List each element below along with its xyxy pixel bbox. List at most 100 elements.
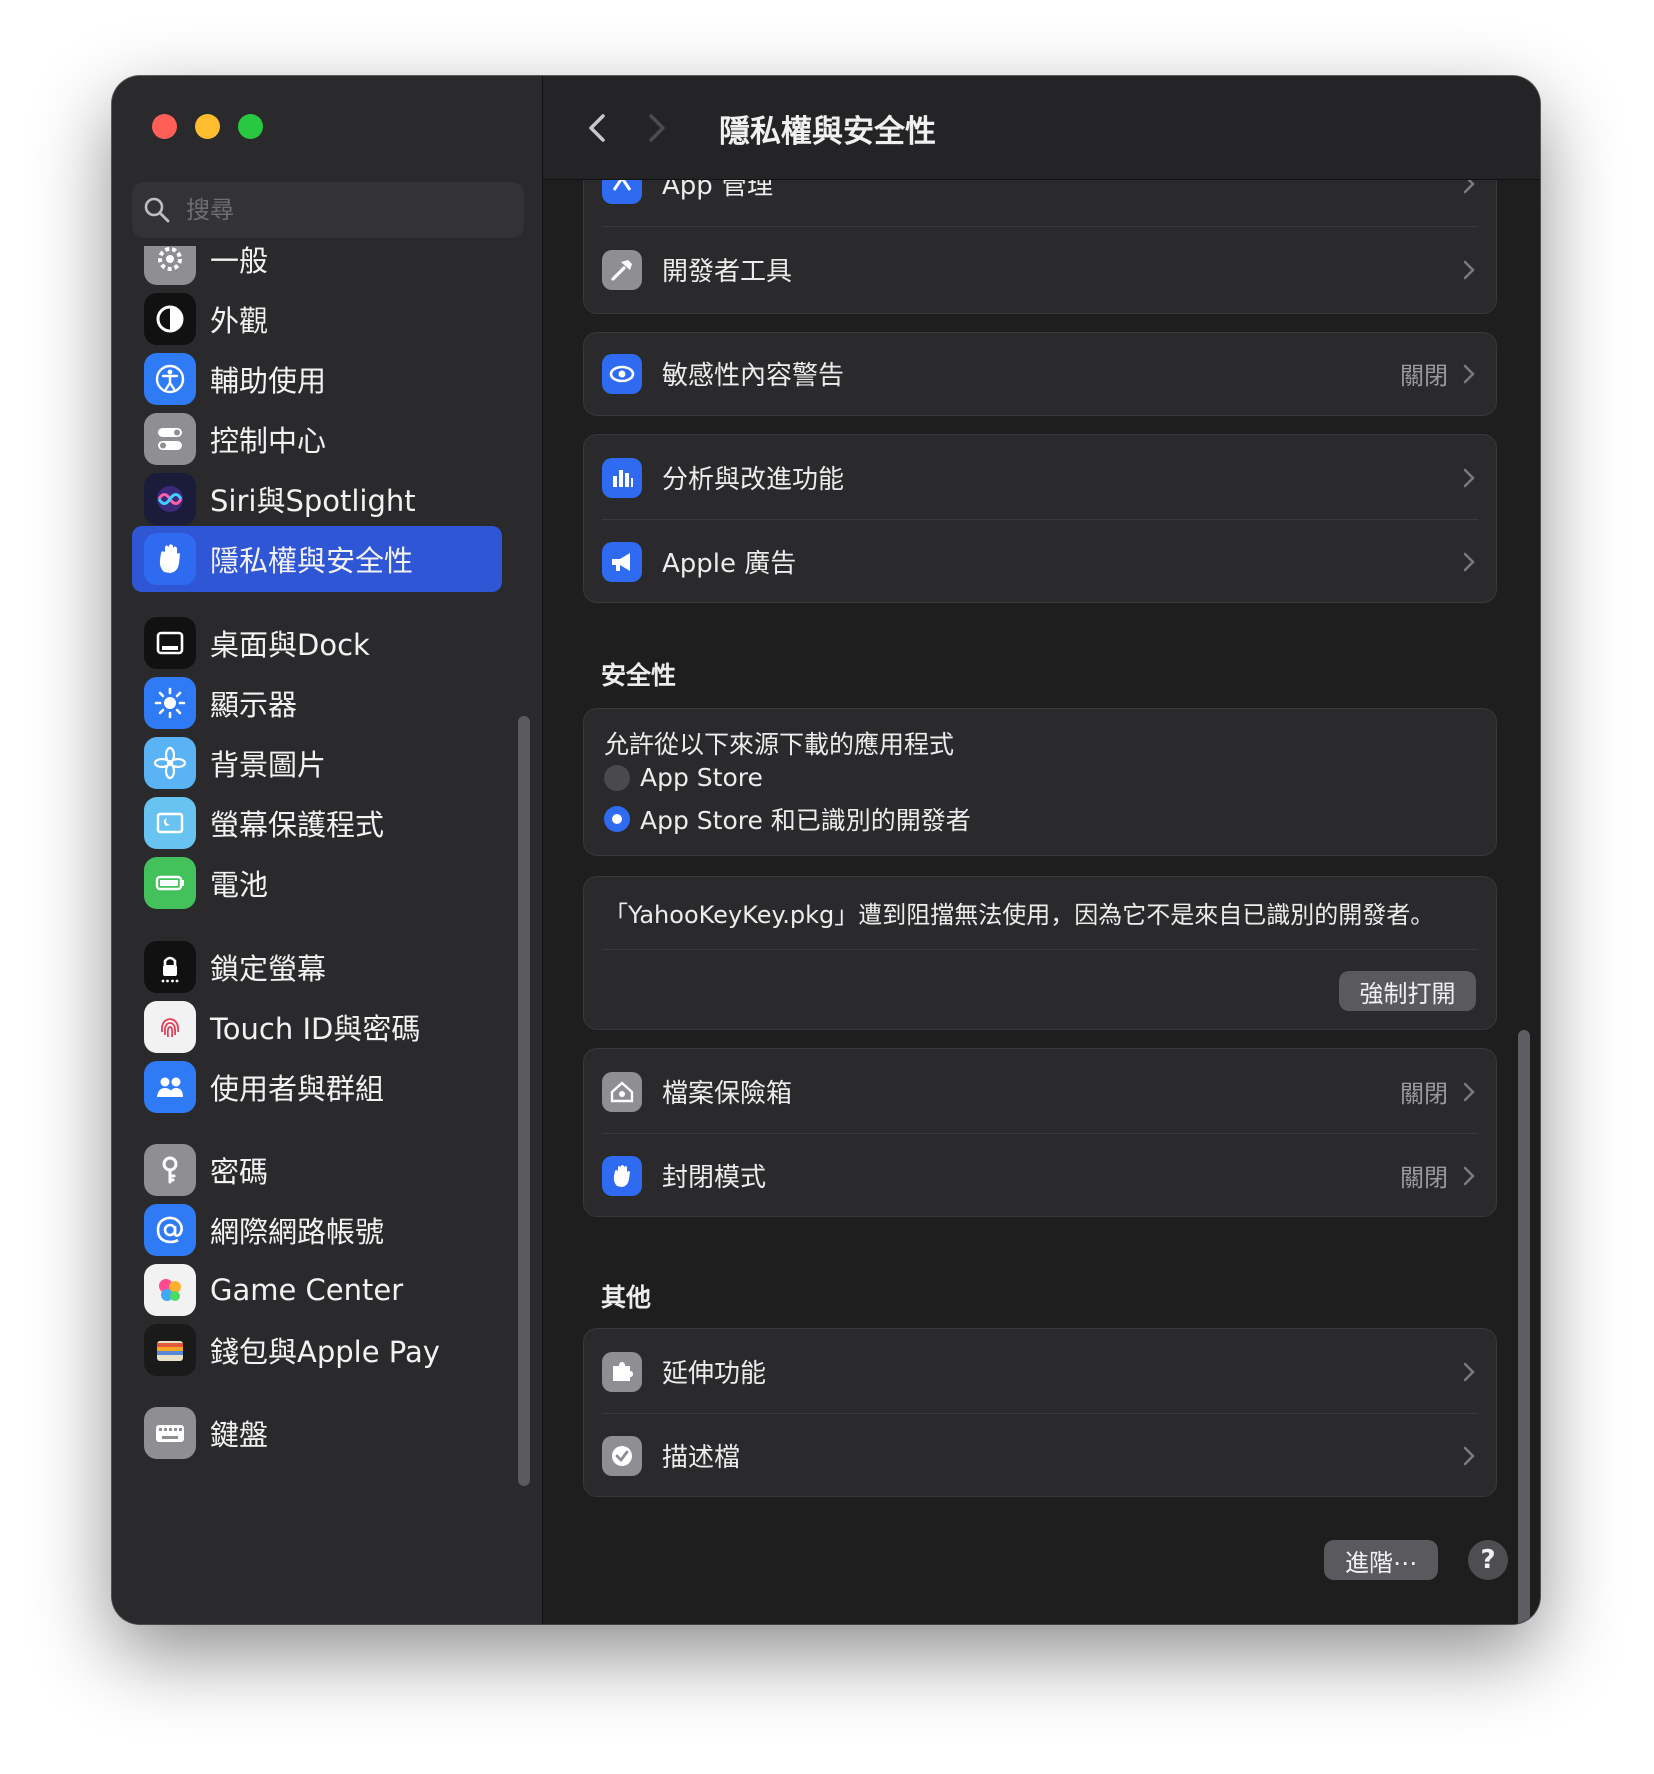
sidebar-item-label: 密碼: [210, 1155, 269, 1189]
puzzle-icon: [602, 1351, 642, 1392]
sidebar-item[interactable]: Game Center: [132, 1257, 502, 1323]
game-center-icon: [144, 1264, 196, 1316]
divider: [602, 949, 1478, 950]
sidebar-item[interactable]: 使用者與群組: [132, 1054, 502, 1120]
sidebar-item[interactable]: 背景圖片: [132, 730, 502, 796]
sidebar-item[interactable]: 鎖定螢幕: [132, 934, 502, 1000]
checkmark-seal-icon: [602, 1435, 642, 1476]
sidebar-item[interactable]: 螢幕保護程式: [132, 790, 502, 856]
sidebar-item[interactable]: 錢包與Apple Pay: [132, 1317, 502, 1383]
page-title: 隱私權與安全性: [719, 114, 936, 150]
sidebar-item[interactable]: 電池: [132, 850, 502, 916]
chevron-right-icon: [1463, 552, 1475, 571]
sidebar-item-label: 網際網路帳號: [210, 1215, 385, 1249]
row-label: 封閉模式: [662, 1163, 767, 1193]
sidebar-item-label: 螢幕保護程式: [210, 808, 385, 842]
main-panel: 隱私權與安全性 App 管理 開發者工具 敏感性內容警告 關閉 分析與改進功能 …: [543, 76, 1540, 1624]
card-blocked-app: 「YahooKeyKey.pkg」遭到阻擋無法使用，因為它不是來自已識別的開發者…: [583, 876, 1497, 1030]
row-developer-tools[interactable]: 開發者工具: [584, 227, 1496, 312]
row-label: 延伸功能: [662, 1359, 767, 1389]
sidebar-item[interactable]: Siri與Spotlight: [132, 466, 502, 532]
chevron-right-icon: [1463, 260, 1475, 279]
bar-chart-icon: [602, 457, 642, 498]
row-value: 關閉: [1400, 362, 1448, 390]
open-anyway-button[interactable]: 強制打開: [1339, 971, 1476, 1011]
eye-icon: [602, 353, 642, 394]
allow-apps-label: 允許從以下來源下載的應用程式: [604, 730, 955, 759]
radio-button[interactable]: [604, 764, 630, 791]
row-lockdown-mode[interactable]: 封閉模式 關閉: [584, 1133, 1496, 1218]
chevron-right-icon: [1463, 1082, 1475, 1101]
appearance-icon: [144, 293, 196, 345]
row-label: 分析與改進功能: [662, 465, 845, 495]
sidebar-item-label: 隱私權與安全性: [210, 544, 414, 578]
battery-icon: [144, 857, 196, 909]
card-sensitive-content: 敏感性內容警告 關閉: [583, 332, 1497, 416]
sidebar-item[interactable]: 控制中心: [132, 406, 502, 472]
sidebar-item-label: 鎖定螢幕: [210, 952, 327, 986]
row-profiles[interactable]: 描述檔: [584, 1413, 1496, 1498]
sidebar-item-label: Touch ID與密碼: [210, 1012, 421, 1046]
minimize-button[interactable]: [195, 114, 220, 139]
radio-app-store-identified[interactable]: App Store 和已識別的開發者: [604, 801, 971, 837]
search-field[interactable]: [132, 182, 524, 238]
wallet-icon: [144, 1324, 196, 1376]
sidebar-item-label: 背景圖片: [210, 748, 327, 782]
sidebar-item[interactable]: 密碼: [132, 1137, 502, 1203]
sidebar-item-label: 使用者與群組: [210, 1072, 385, 1106]
siri-icon: [144, 473, 196, 525]
row-sensitive-content[interactable]: 敏感性內容警告 關閉: [584, 331, 1496, 416]
section-title-other: 其他: [601, 1283, 652, 1312]
row-label: 檔案保險箱: [662, 1079, 793, 1109]
hammer-icon: [602, 249, 642, 290]
row-value: 關閉: [1400, 1080, 1448, 1108]
row-label: App 管理: [662, 180, 774, 201]
sidebar-item[interactable]: 輔助使用: [132, 346, 502, 412]
sidebar-item-label: 外觀: [210, 304, 269, 338]
row-analytics[interactable]: 分析與改進功能: [584, 435, 1496, 520]
zoom-button[interactable]: [238, 114, 263, 139]
hand-icon: [602, 1155, 642, 1196]
chevron-right-icon: [1463, 364, 1475, 383]
row-label: 開發者工具: [662, 257, 793, 287]
row-apple-ads[interactable]: Apple 廣告: [584, 519, 1496, 604]
sidebar-item[interactable]: 外觀: [132, 286, 502, 352]
users-icon: [144, 1061, 196, 1113]
window-controls: [152, 114, 263, 139]
advanced-button[interactable]: 進階⋯: [1324, 1540, 1438, 1580]
search-icon: [144, 197, 170, 223]
flower-icon: [144, 737, 196, 789]
sun-icon: [144, 677, 196, 729]
gear-icon: [144, 246, 196, 285]
sidebar-item[interactable]: 鍵盤: [132, 1400, 502, 1466]
chevron-right-icon: [1463, 468, 1475, 487]
sidebar-item-label: 桌面與Dock: [210, 628, 370, 662]
chevron-right-icon: [1463, 1362, 1475, 1381]
sidebar-item[interactable]: 隱私權與安全性: [132, 526, 502, 592]
sidebar-scrollbar[interactable]: [518, 716, 530, 1486]
row-extensions[interactable]: 延伸功能: [584, 1329, 1496, 1414]
radio-button[interactable]: [604, 806, 630, 832]
back-chevron-icon[interactable]: [583, 110, 613, 146]
chevron-right-icon: [1463, 1446, 1475, 1465]
sidebar-item-label: 一般: [210, 246, 269, 278]
sidebar-item[interactable]: 桌面與Dock: [132, 610, 502, 676]
card-security-source: 允許從以下來源下載的應用程式 App Store App Store 和已識別的…: [583, 708, 1497, 856]
search-input[interactable]: [184, 195, 488, 225]
sidebar-item-label: 鍵盤: [210, 1418, 269, 1452]
key-icon: [144, 1144, 196, 1196]
sidebar-item[interactable]: 網際網路帳號: [132, 1197, 502, 1263]
row-filevault[interactable]: 檔案保險箱 關閉: [584, 1049, 1496, 1134]
close-button[interactable]: [152, 114, 177, 139]
sidebar-item[interactable]: 顯示器: [132, 670, 502, 736]
card-analytics-ads: 分析與改進功能 Apple 廣告: [583, 434, 1497, 603]
forward-chevron-icon[interactable]: [641, 110, 671, 146]
help-button[interactable]: ?: [1468, 1540, 1508, 1580]
main-scrollbar[interactable]: [1518, 1030, 1530, 1624]
card-app-management: App 管理 開發者工具: [583, 180, 1497, 314]
row-app-management[interactable]: App 管理: [584, 180, 1496, 226]
app-management-icon: [602, 180, 642, 204]
radio-app-store[interactable]: App Store: [604, 763, 763, 792]
radio-label: App Store 和已識別的開發者: [640, 806, 971, 835]
sidebar-item[interactable]: Touch ID與密碼: [132, 994, 502, 1060]
